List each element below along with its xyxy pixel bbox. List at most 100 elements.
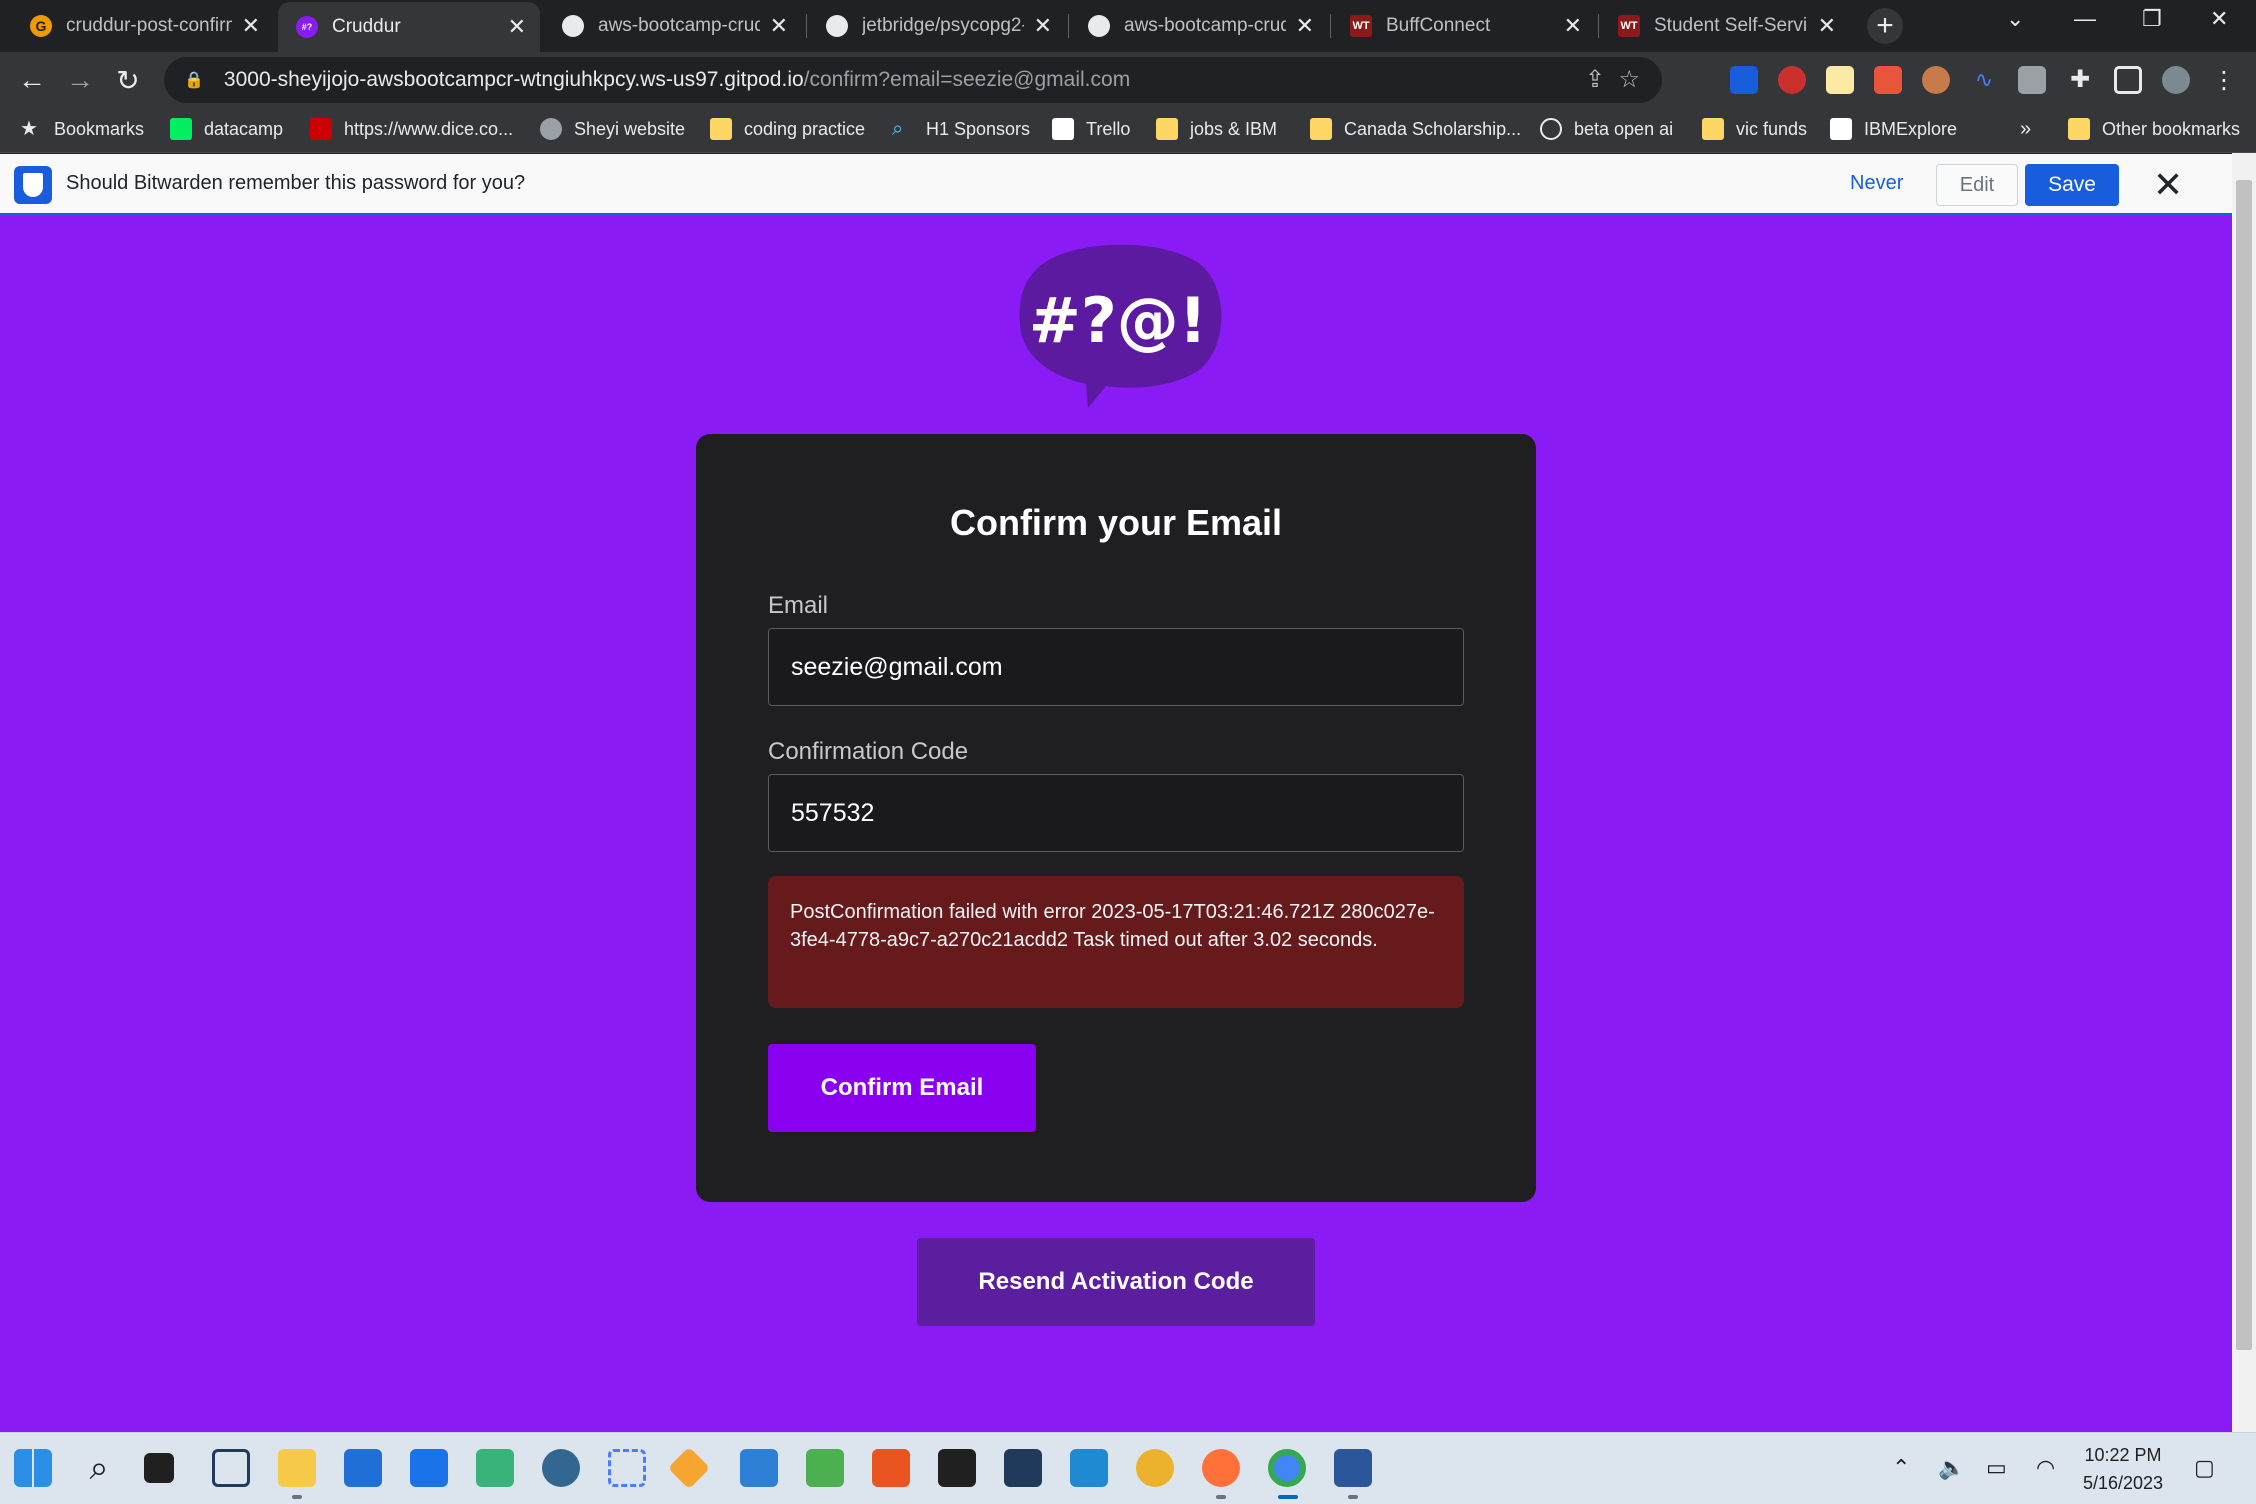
notepad-icon[interactable] xyxy=(740,1449,778,1487)
browser-toolbar: ← → ↻ 🔒 3000-sheyijojo-awsbootcampcr-wtn… xyxy=(0,52,2256,108)
edit-button[interactable]: Edit xyxy=(1936,164,2018,206)
postgres-icon[interactable] xyxy=(542,1449,580,1487)
address-bar[interactable]: 🔒 3000-sheyijojo-awsbootcampcr-wtngiuhkp… xyxy=(164,57,1662,103)
scrollbar-thumb[interactable] xyxy=(2236,180,2252,1350)
battery-icon[interactable]: ▭ xyxy=(1986,1455,2007,1481)
back-icon[interactable]: ← xyxy=(14,62,50,98)
bookmarks-overflow-button[interactable]: » xyxy=(2020,118,2031,141)
confirm-email-button[interactable]: Confirm Email xyxy=(768,1044,1036,1132)
snipping-tool-icon[interactable] xyxy=(476,1449,514,1487)
save-button[interactable]: Save xyxy=(2025,164,2119,206)
close-tab-icon[interactable]: ✕ xyxy=(242,13,260,39)
forward-icon[interactable]: → xyxy=(62,62,98,98)
megaphone-ext-icon[interactable] xyxy=(1874,66,1902,94)
volume-icon[interactable]: 🔈 xyxy=(1938,1455,1965,1481)
bookmark-item[interactable]: https://www.dice.co... xyxy=(310,118,513,140)
bookmark-item[interactable]: ★ Bookmarks xyxy=(20,118,144,140)
owl-ext-icon[interactable] xyxy=(1922,66,1950,94)
tab-jetbridge[interactable]: jetbridge/psycopg2-l ✕ xyxy=(808,4,1066,48)
bookmark-label: jobs & IBM xyxy=(1190,118,1278,139)
file-explorer-icon[interactable] xyxy=(278,1449,316,1487)
minimize-icon[interactable]: — xyxy=(2074,6,2096,32)
task-view-icon[interactable] xyxy=(144,1453,174,1483)
tab-title: aws-bootcamp-crud xyxy=(598,15,760,36)
puzzle-extensions-icon[interactable]: ✚ xyxy=(2066,66,2094,94)
slack-icon[interactable] xyxy=(1136,1449,1174,1487)
notification-icon[interactable]: ▢ xyxy=(2194,1455,2215,1481)
mail-icon[interactable] xyxy=(410,1449,448,1487)
profile-avatar[interactable] xyxy=(2162,66,2190,94)
firefox-icon[interactable] xyxy=(1202,1449,1240,1487)
trello-icon xyxy=(1052,118,1074,140)
confirm-card: Confirm your Email Email seezie@gmail.co… xyxy=(696,434,1536,1202)
bitwarden-ext-icon[interactable] xyxy=(1730,66,1758,94)
chart-app-icon[interactable] xyxy=(806,1449,844,1487)
close-tab-icon[interactable]: ✕ xyxy=(1564,13,1582,39)
close-tab-icon[interactable]: ✕ xyxy=(508,14,526,40)
bookmark-item[interactable]: Canada Scholarship... xyxy=(1310,118,1521,140)
tab-title: Cruddur xyxy=(332,16,401,37)
close-tab-icon[interactable]: ✕ xyxy=(1034,13,1052,39)
show-hidden-icons[interactable]: ⌃ xyxy=(1892,1455,1910,1481)
lock-icon[interactable]: 🔒 xyxy=(184,70,204,90)
sticky-notes-icon[interactable] xyxy=(938,1449,976,1487)
new-tab-button[interactable]: + xyxy=(1867,8,1903,44)
windows-taskbar: ⌕ ⌃ 🔈 ▭ ◠ 10:22 PM 5/16/2023 ▢ xyxy=(0,1432,2256,1504)
clock[interactable]: 10:22 PM 5/16/2023 xyxy=(2068,1441,2178,1497)
star-icon: ★ xyxy=(20,118,38,140)
word-icon[interactable] xyxy=(1334,1449,1372,1487)
other-bookmarks[interactable]: Other bookmarks xyxy=(2068,118,2240,140)
bookmark-item[interactable]: coding practice xyxy=(710,118,865,140)
virtualbox-icon[interactable] xyxy=(1004,1449,1042,1487)
resend-activation-code-button[interactable]: Resend Activation Code xyxy=(917,1238,1315,1326)
widgets-icon[interactable] xyxy=(212,1449,250,1487)
chrome-icon[interactable] xyxy=(1268,1449,1306,1487)
wave-ext-icon[interactable]: ∿ xyxy=(1970,66,1998,94)
github-icon xyxy=(1088,15,1110,37)
tab-title: jetbridge/psycopg2-l xyxy=(862,15,1024,36)
confirmation-code-field[interactable]: 557532 xyxy=(768,774,1464,852)
url-path: /confirm?email=seezie@gmail.com xyxy=(803,68,1131,91)
close-window-icon[interactable]: ✕ xyxy=(2210,6,2228,32)
tab-cruddur[interactable]: #? Cruddur ✕ xyxy=(278,2,540,52)
search-icon[interactable]: ⌕ xyxy=(80,1449,118,1487)
tab-cruddur-post-confirm[interactable]: G cruddur-post-confirm ✕ xyxy=(12,4,274,48)
bookmark-item[interactable]: Sheyi website xyxy=(540,118,685,140)
git-icon[interactable] xyxy=(667,1446,711,1490)
bookmark-item[interactable]: vic funds xyxy=(1702,118,1807,140)
bookmark-label: IBMExplore xyxy=(1864,118,1958,139)
restore-icon[interactable]: ❐ xyxy=(2142,6,2162,32)
menu-kebab-icon[interactable]: ⋮ xyxy=(2206,62,2242,98)
never-button[interactable]: Never xyxy=(1850,172,1903,195)
close-tab-icon[interactable]: ✕ xyxy=(1818,13,1836,39)
ms-store-icon[interactable] xyxy=(344,1449,382,1487)
ubuntu-icon[interactable] xyxy=(872,1449,910,1487)
bookmark-item[interactable]: beta open ai xyxy=(1540,118,1673,140)
us-flag-ext-icon[interactable] xyxy=(1778,66,1806,94)
bookmark-item[interactable]: datacamp xyxy=(170,118,283,140)
bookmark-item[interactable]: jobs & IBM xyxy=(1156,118,1277,140)
reload-icon[interactable]: ↻ xyxy=(110,62,146,98)
grid-app-icon[interactable] xyxy=(608,1449,646,1487)
close-icon[interactable]: ✕ xyxy=(2153,164,2183,206)
tab-buffconnect[interactable]: WT BuffConnect ✕ xyxy=(1332,4,1596,48)
gitpod-icon: G xyxy=(30,15,52,37)
tab-aws-bootcamp-2[interactable]: aws-bootcamp-crud ✕ xyxy=(1070,4,1328,48)
edit-ext-icon[interactable] xyxy=(2018,66,2046,94)
close-tab-icon[interactable]: ✕ xyxy=(770,13,788,39)
windows-start-icon[interactable] xyxy=(14,1449,52,1487)
tab-student-self-service[interactable]: WT Student Self-Service ✕ xyxy=(1600,4,1850,48)
tab-search-icon[interactable]: ⌄ xyxy=(2006,6,2024,32)
side-panel-icon[interactable] xyxy=(2114,66,2142,94)
email-field[interactable]: seezie@gmail.com xyxy=(768,628,1464,706)
vscode-icon[interactable] xyxy=(1070,1449,1108,1487)
notes-ext-icon[interactable] xyxy=(1826,66,1854,94)
tab-aws-bootcamp-1[interactable]: aws-bootcamp-crud ✕ xyxy=(544,4,802,48)
active-indicator xyxy=(1348,1495,1358,1499)
bookmark-item[interactable]: Trello xyxy=(1052,118,1130,140)
bookmark-item[interactable]: ⌕ H1 Sponsors xyxy=(892,118,1030,140)
close-tab-icon[interactable]: ✕ xyxy=(1296,13,1314,39)
wifi-icon[interactable]: ◠ xyxy=(2036,1455,2055,1481)
share-bookmark-icons[interactable]: ⇪ ☆ xyxy=(1585,65,1640,94)
bookmark-item[interactable]: IBMExplore xyxy=(1830,118,1957,140)
